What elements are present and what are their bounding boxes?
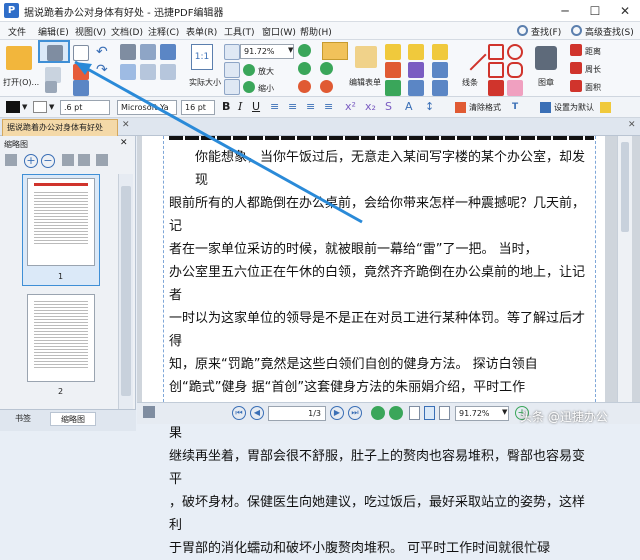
text-line: 于胃部的消化蠕动和破坏小腹赘肉堆积。 可平时工作时间就很忙碌 xyxy=(169,541,551,556)
annotation-arrow xyxy=(74,60,363,224)
text-line: ，破坏身材。保健医生向她建议，吃过饭后，最好采取站立的姿势，这样利 xyxy=(169,495,586,533)
text-line: 继续再坐着，胃部会很不舒服，肚子上的赘肉也容易堆积，臀部也容易变平 xyxy=(169,449,586,487)
